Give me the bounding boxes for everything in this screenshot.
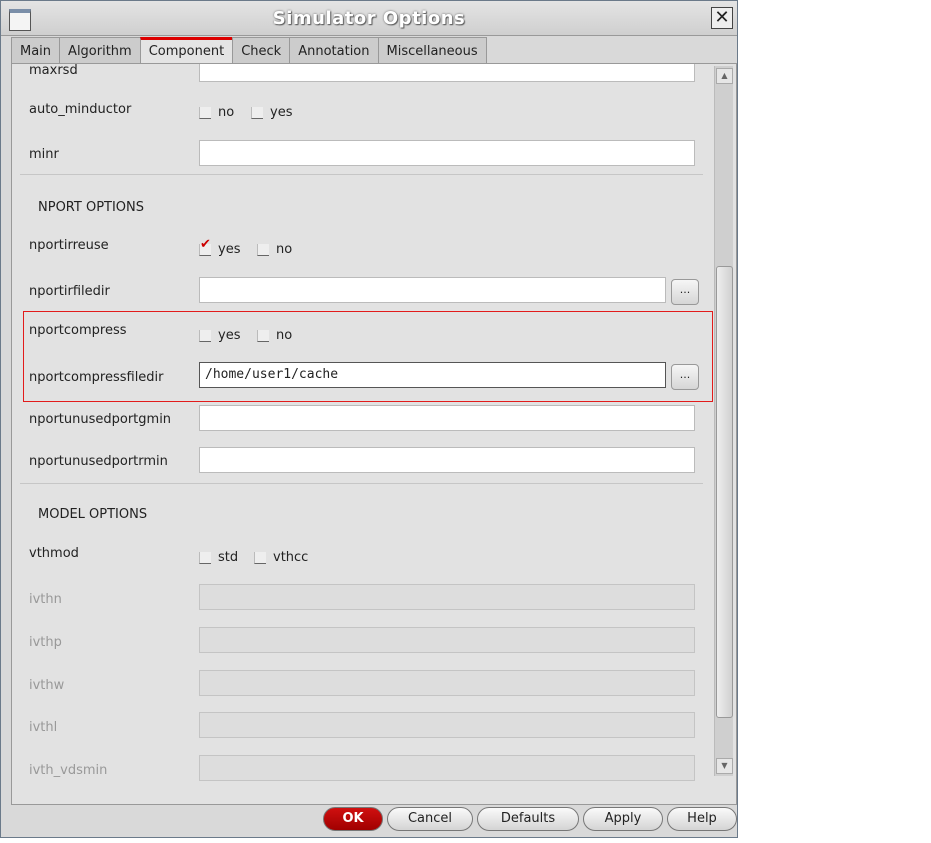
component-panel: maxrsd auto_minductor no yes minr NPORT … <box>11 63 737 805</box>
nportirreuse-yes[interactable]: yes <box>199 237 241 257</box>
tab-algorithm[interactable]: Algorithm <box>59 37 141 64</box>
divider <box>20 174 703 175</box>
ivthp-input <box>199 627 695 653</box>
nportunusedportgmin-label: nportunusedportgmin <box>29 412 172 427</box>
nportirreuse-no[interactable]: no <box>257 242 292 257</box>
nportcompressfiledir-input[interactable]: /home/user1/cache <box>199 362 666 388</box>
tab-main[interactable]: Main <box>11 37 61 64</box>
button-bar: OK Cancel Defaults Apply Help <box>323 807 737 831</box>
checkbox[interactable] <box>199 551 211 564</box>
model-options-heading: MODEL OPTIONS <box>38 507 148 522</box>
nportcompressfiledir-label: nportcompressfiledir <box>29 370 164 385</box>
nportunusedportrmin-label: nportunusedportrmin <box>29 454 168 469</box>
vthmod-std[interactable]: std <box>199 550 238 565</box>
nportirreuse-label: nportirreuse <box>29 238 109 253</box>
option-label: yes <box>218 328 241 343</box>
tab-check[interactable]: Check <box>232 37 291 64</box>
auto-minductor-yes[interactable]: yes <box>251 105 292 120</box>
ivthp-label: ivthp <box>29 635 62 650</box>
ivthl-input <box>199 712 695 738</box>
nport-options-heading: NPORT OPTIONS <box>38 200 145 215</box>
ivthn-input <box>199 584 695 610</box>
option-label: yes <box>218 242 241 257</box>
checkbox[interactable] <box>251 106 263 119</box>
divider <box>20 483 703 484</box>
nportirfiledir-label: nportirfiledir <box>29 284 110 299</box>
option-label: vthcc <box>273 550 309 565</box>
ivthn-label: ivthn <box>29 592 62 607</box>
vertical-scrollbar[interactable]: ▲ ▼ <box>714 66 733 776</box>
nportirfiledir-input[interactable] <box>199 277 666 303</box>
scroll-up-arrow-icon[interactable]: ▲ <box>716 68 733 84</box>
nportunusedportrmin-input[interactable] <box>199 447 695 473</box>
nportcompressfiledir-browse-button[interactable]: ... <box>671 364 699 390</box>
maxrsd-input[interactable] <box>199 64 695 82</box>
scroll-down-arrow-icon[interactable]: ▼ <box>716 758 733 774</box>
checkbox[interactable] <box>257 243 269 256</box>
defaults-button[interactable]: Defaults <box>477 807 579 831</box>
ivthw-input <box>199 670 695 696</box>
checkbox-checked[interactable] <box>199 237 211 256</box>
ivth-vdsmin-input <box>199 755 695 781</box>
option-label: no <box>218 105 235 120</box>
vthmod-label: vthmod <box>29 546 79 561</box>
tab-miscellaneous[interactable]: Miscellaneous <box>377 37 487 64</box>
nportcompress-no[interactable]: no <box>257 328 292 343</box>
auto-minductor-label: auto_minductor <box>29 102 132 117</box>
option-label: no <box>276 242 293 257</box>
apply-button[interactable]: Apply <box>583 807 663 831</box>
ivthw-label: ivthw <box>29 678 65 693</box>
vthmod-vthcc[interactable]: vthcc <box>254 550 308 565</box>
window-title: Simulator Options <box>272 8 466 29</box>
ivth-vdsmin-label: ivth_vdsmin <box>29 763 108 778</box>
checkbox[interactable] <box>254 551 266 564</box>
checkbox[interactable] <box>257 329 269 342</box>
tab-annotation[interactable]: Annotation <box>289 37 379 64</box>
nportcompress-label: nportcompress <box>29 323 127 338</box>
nportcompress-yes[interactable]: yes <box>199 328 240 343</box>
ok-button[interactable]: OK <box>323 807 383 831</box>
checkbox[interactable] <box>199 329 211 342</box>
close-button[interactable]: ✕ <box>711 7 733 29</box>
tab-bar: Main Algorithm Component Check Annotatio… <box>11 37 487 64</box>
maxrsd-label: maxrsd <box>29 63 78 78</box>
title-bar: Simulator Options ✕ <box>1 1 737 36</box>
tab-component[interactable]: Component <box>139 37 234 64</box>
option-label: no <box>276 328 293 343</box>
option-label: yes <box>270 105 293 120</box>
scrollbar-thumb[interactable] <box>716 266 733 718</box>
minr-input[interactable] <box>199 140 695 166</box>
nportunusedportgmin-input[interactable] <box>199 405 695 431</box>
auto-minductor-no[interactable]: no <box>199 105 234 120</box>
minr-label: minr <box>29 147 59 162</box>
simulator-options-dialog: Simulator Options ✕ Main Algorithm Compo… <box>0 0 738 838</box>
checkbox[interactable] <box>199 106 211 119</box>
help-button[interactable]: Help <box>667 807 737 831</box>
cancel-button[interactable]: Cancel <box>387 807 473 831</box>
option-label: std <box>218 550 239 565</box>
nportirfiledir-browse-button[interactable]: ... <box>671 279 699 305</box>
ivthl-label: ivthl <box>29 720 58 735</box>
